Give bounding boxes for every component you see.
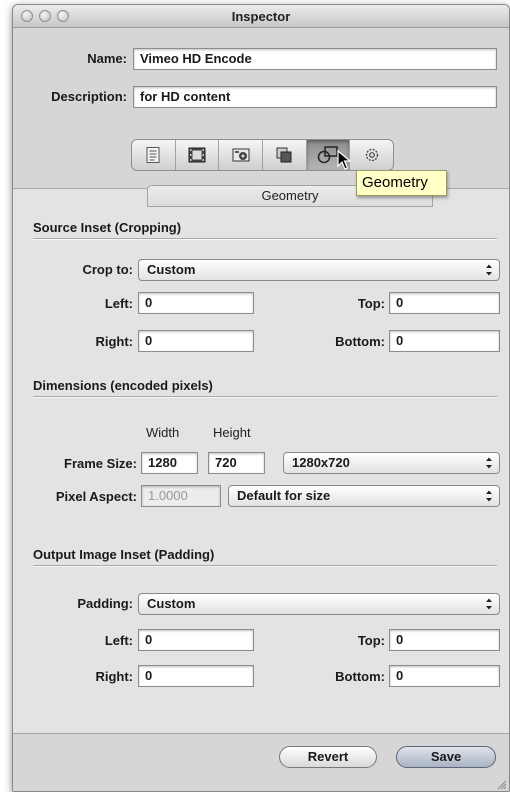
frame-controls-icon bbox=[276, 147, 292, 163]
pixel-aspect-label: Pixel Aspect: bbox=[55, 489, 137, 504]
crop-left-field[interactable]: 0 bbox=[138, 292, 254, 314]
dimensions-heading: Dimensions (encoded pixels) bbox=[33, 378, 213, 393]
description-field[interactable]: for HD content bbox=[133, 86, 497, 108]
title-bar[interactable]: Inspector bbox=[13, 5, 509, 28]
window-title: Inspector bbox=[231, 9, 291, 24]
padding-left-field[interactable]: 0 bbox=[138, 629, 254, 651]
actions-tab[interactable] bbox=[350, 140, 393, 170]
padding-top-field[interactable]: 0 bbox=[389, 629, 500, 651]
padding-popup[interactable]: Custom bbox=[138, 593, 500, 615]
pixel-aspect-preset: Default for size bbox=[237, 488, 331, 503]
width-field[interactable]: 1280 bbox=[141, 452, 198, 474]
encoder-icon bbox=[232, 148, 250, 162]
video-icon bbox=[188, 147, 206, 163]
geometry-tab[interactable] bbox=[306, 140, 352, 170]
source-inset-divider bbox=[33, 238, 497, 239]
padding-right-label: Right: bbox=[95, 669, 133, 684]
chevron-updown-icon bbox=[486, 264, 492, 276]
padding-value: Custom bbox=[147, 596, 196, 611]
crop-right-label: Right: bbox=[95, 334, 133, 349]
padding-right-field[interactable]: 0 bbox=[138, 665, 254, 687]
crop-to-value: Custom bbox=[147, 262, 196, 277]
chevron-updown-icon bbox=[486, 598, 492, 610]
frame-controls-tab[interactable] bbox=[263, 140, 307, 170]
crop-bottom-label: Bottom: bbox=[335, 334, 385, 349]
inspector-window: Inspector Name: Vimeo HD Encode Descript… bbox=[12, 4, 510, 792]
resize-grip-icon[interactable] bbox=[495, 778, 507, 790]
save-button[interactable]: Save bbox=[396, 746, 496, 768]
crop-top-field[interactable]: 0 bbox=[389, 292, 500, 314]
padding-bottom-label: Bottom: bbox=[335, 669, 385, 684]
padding-label: Padding: bbox=[77, 596, 133, 611]
frame-size-label: Frame Size: bbox=[64, 456, 137, 471]
padding-left-label: Left: bbox=[104, 633, 133, 648]
summary-icon bbox=[146, 147, 160, 163]
dimensions-divider bbox=[33, 396, 497, 397]
source-inset-heading: Source Inset (Cropping) bbox=[33, 220, 182, 235]
video-tab[interactable] bbox=[176, 140, 220, 170]
encoder-tab[interactable] bbox=[219, 140, 264, 170]
output-inset-divider bbox=[33, 565, 497, 566]
summary-tab[interactable] bbox=[132, 140, 176, 170]
inspector-pane-selector bbox=[131, 139, 394, 171]
crop-to-popup[interactable]: Custom bbox=[138, 259, 500, 281]
crop-right-field[interactable]: 0 bbox=[138, 330, 254, 352]
padding-top-label: Top: bbox=[357, 633, 385, 648]
footer-bar: Revert Save bbox=[13, 733, 509, 791]
gear-icon bbox=[365, 148, 378, 162]
description-label: Description: bbox=[51, 89, 127, 104]
chevron-updown-icon bbox=[486, 457, 492, 469]
chevron-updown-icon bbox=[486, 490, 492, 502]
crop-to-label: Crop to: bbox=[82, 262, 133, 277]
crop-bottom-field[interactable]: 0 bbox=[389, 330, 500, 352]
pixel-aspect-field: 1.0000 bbox=[141, 485, 221, 507]
height-field[interactable]: 720 bbox=[208, 452, 265, 474]
crop-left-label: Left: bbox=[104, 296, 133, 311]
frame-size-popup[interactable]: 1280x720 bbox=[283, 452, 500, 474]
width-column-header: Width bbox=[146, 425, 180, 440]
frame-size-preset: 1280x720 bbox=[292, 455, 350, 470]
revert-button[interactable]: Revert bbox=[279, 746, 377, 768]
inspector-header: Name: Vimeo HD Encode Description: for H… bbox=[13, 28, 509, 207]
padding-bottom-field[interactable]: 0 bbox=[389, 665, 500, 687]
crop-top-label: Top: bbox=[357, 296, 385, 311]
output-inset-heading: Output Image Inset (Padding) bbox=[33, 547, 215, 562]
name-label: Name: bbox=[87, 51, 127, 66]
height-column-header: Height bbox=[213, 425, 251, 440]
pixel-aspect-popup[interactable]: Default for size bbox=[228, 485, 500, 507]
geometry-tooltip: Geometry bbox=[356, 170, 447, 196]
name-field[interactable]: Vimeo HD Encode bbox=[133, 48, 497, 70]
